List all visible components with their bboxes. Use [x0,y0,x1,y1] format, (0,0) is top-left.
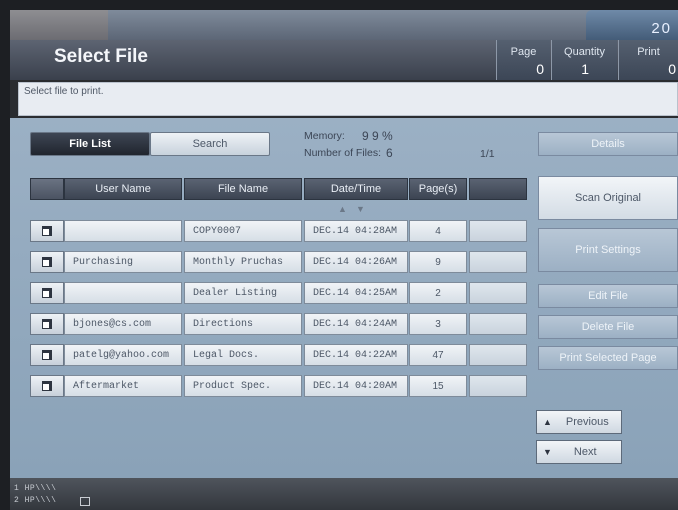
print-settings-button[interactable]: Print Settings [538,228,678,272]
row-select-button[interactable] [30,282,64,304]
file-icon [42,350,52,360]
status-line-1: 1 HP\\\\ [14,484,57,493]
scan-original-button[interactable]: Scan Original [538,176,678,220]
sort-down-icon[interactable]: ▼ [356,204,365,214]
column-header-select [30,178,64,200]
bezel [0,0,10,510]
print-label: Print [637,46,660,58]
file-icon [42,319,52,329]
pages-cell[interactable]: 47 [409,344,467,366]
file-name-cell[interactable]: Dealer Listing [184,282,302,304]
details-button[interactable]: Details [538,132,678,156]
pages-cell[interactable]: 9 [409,251,467,273]
down-arrow-icon: ▼ [543,447,552,457]
screen: 20 Select File Page 0 Quantity 1 Print 0… [0,0,678,510]
row-select-button[interactable] [30,220,64,242]
column-header-file-name[interactable]: File Name [184,178,302,200]
user-name-cell[interactable]: patelg@yahoo.com [64,344,182,366]
previous-label: Previous [565,416,609,428]
user-name-cell[interactable]: Purchasing [64,251,182,273]
status-bar [10,478,678,510]
extra-cell[interactable] [469,251,527,273]
quantity-label: Quantity [564,46,605,58]
next-button[interactable]: ▼ Next [536,440,622,464]
pages-cell[interactable]: 3 [409,313,467,335]
page-value: 0 [536,61,544,77]
file-icon [42,381,52,391]
instruction-text: Select file to print. [24,86,104,97]
file-name-cell[interactable]: COPY0007 [184,220,302,242]
sort-up-icon[interactable]: ▲ [338,204,347,214]
print-counter: Print 0 [618,40,678,80]
extra-cell[interactable] [469,220,527,242]
memory-value: 9 9 % [362,129,393,143]
user-name-cell[interactable] [64,220,182,242]
up-arrow-icon: ▲ [543,417,552,427]
file-icon [42,226,52,236]
pages-cell[interactable]: 2 [409,282,467,304]
user-name-cell[interactable]: bjones@cs.com [64,313,182,335]
user-name-cell[interactable] [64,282,182,304]
file-name-cell[interactable]: Product Spec. [184,375,302,397]
page-counter: Page 0 [496,40,550,80]
page-label: Page [510,46,537,58]
row-select-button[interactable] [30,375,64,397]
memory-label: Memory: [304,130,345,142]
top-strip [10,10,678,40]
extra-cell[interactable] [469,344,527,366]
file-name-cell[interactable]: Legal Docs. [184,344,302,366]
page-title: Select File [54,46,148,67]
delete-file-button[interactable]: Delete File [538,315,678,339]
printer-icon [80,497,90,506]
status-line-2: 2 HP\\\\ [14,496,57,505]
column-header-extra [469,178,527,200]
instruction-bar [18,82,678,116]
column-header-date-time[interactable]: Date/Time [304,178,408,200]
file-icon [42,288,52,298]
top-strip-tab [10,10,108,40]
page-indicator: 1/1 [480,148,495,160]
print-selected-page-button[interactable]: Print Selected Page [538,346,678,370]
date-time-cell[interactable]: DEC.14 04:24AM [304,313,408,335]
bezel [0,0,678,10]
pages-cell[interactable]: 4 [409,220,467,242]
file-icon [42,257,52,267]
previous-button[interactable]: ▲ Previous [536,410,622,434]
column-header-pages[interactable]: Page(s) [409,178,467,200]
extra-cell[interactable] [469,282,527,304]
date-time-cell[interactable]: DEC.14 04:28AM [304,220,408,242]
date-time-cell[interactable]: DEC.14 04:25AM [304,282,408,304]
file-name-cell[interactable]: Monthly Pruchas [184,251,302,273]
row-select-button[interactable] [30,344,64,366]
pages-cell[interactable]: 15 [409,375,467,397]
files-label: Number of Files: [304,147,382,159]
row-select-button[interactable] [30,251,64,273]
extra-cell[interactable] [469,375,527,397]
quantity-counter: Quantity 1 [551,40,617,80]
quantity-value: 1 [581,61,589,77]
date-time-cell[interactable]: DEC.14 04:26AM [304,251,408,273]
date-time-cell[interactable]: DEC.14 04:22AM [304,344,408,366]
row-select-button[interactable] [30,313,64,335]
file-name-cell[interactable]: Directions [184,313,302,335]
next-label: Next [573,446,597,458]
date-time-cell[interactable]: DEC.14 04:20AM [304,375,408,397]
top-counter: 20 [586,10,678,44]
column-header-user-name[interactable]: User Name [64,178,182,200]
edit-file-button[interactable]: Edit File [538,284,678,308]
extra-cell[interactable] [469,313,527,335]
tab-file-list[interactable]: File List [30,132,150,156]
user-name-cell[interactable]: Aftermarket [64,375,182,397]
print-value: 0 [668,61,676,77]
tab-search[interactable]: Search [150,132,270,156]
files-value: 6 [386,146,393,160]
